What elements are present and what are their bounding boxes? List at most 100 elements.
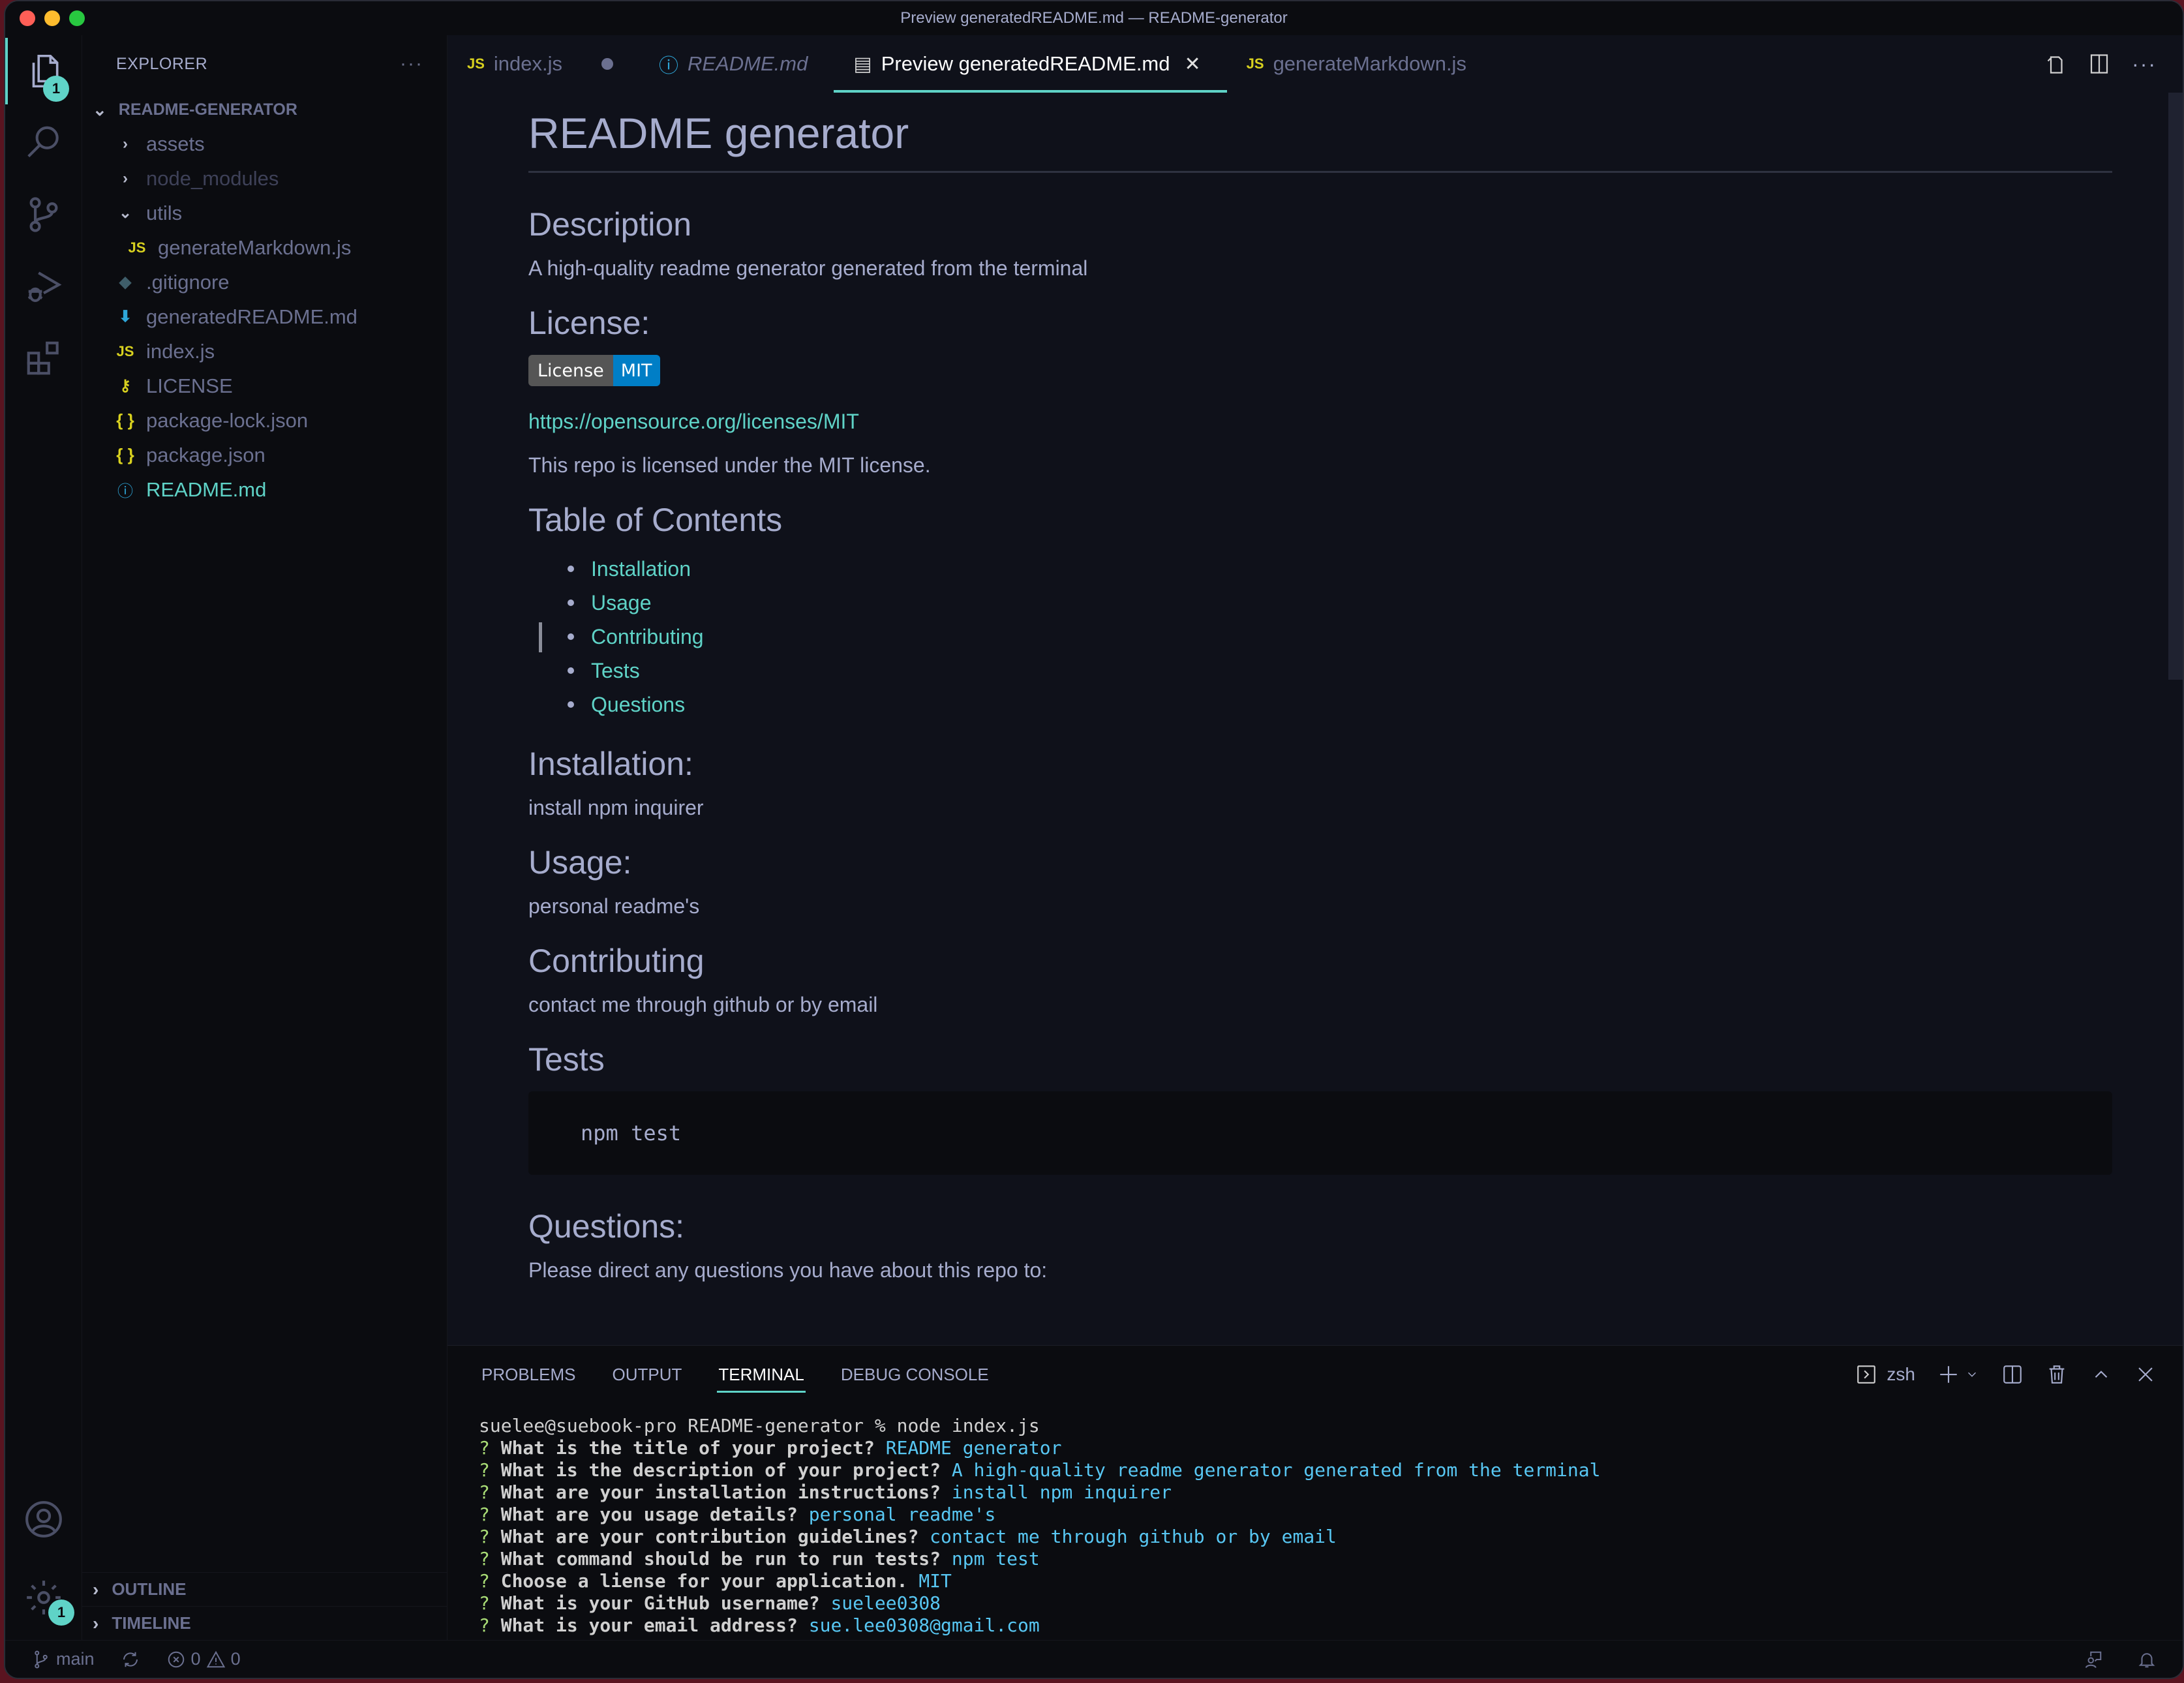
tree-item-node-modules[interactable]: › node_modules (82, 161, 447, 196)
questions-text: Please direct any questions you have abo… (528, 1258, 1048, 1282)
terminal-output[interactable]: suelee@suebook-pro README-generator % no… (447, 1403, 2183, 1648)
chevron-down-icon (1968, 1372, 1976, 1377)
toc-heading: Table of Contents (528, 502, 783, 538)
tab-output[interactable]: OUTPUT (613, 1346, 682, 1403)
window-controls (20, 10, 85, 26)
close-panel-icon[interactable] (2134, 1363, 2157, 1386)
terminal-line: ? What is your GitHub username? suelee03… (479, 1592, 941, 1614)
tests-heading: Tests (528, 1041, 605, 1078)
license-badge-value: MIT (613, 355, 660, 386)
toc-link-usage[interactable]: Usage (591, 591, 652, 615)
tree-item-label: LICENSE (146, 374, 233, 397)
chevron-right-icon: › (93, 1613, 99, 1633)
explorer-badge: 1 (43, 76, 69, 102)
tab-preview-generatedreadme[interactable]: ▤ Preview generatedREADME.md ✕ (834, 35, 1227, 93)
contributing-text: contact me through github or by email (528, 993, 878, 1016)
problems-indicator[interactable]: 0 0 (166, 1649, 241, 1669)
split-terminal-icon[interactable] (2001, 1363, 2024, 1386)
activity-source-control[interactable] (5, 179, 82, 250)
activity-search[interactable] (5, 107, 82, 179)
timeline-section[interactable]: › TIMELINE (82, 1606, 447, 1640)
json-file-icon: { } (116, 445, 134, 464)
tree-item-readme[interactable]: ⓘ README.md (82, 472, 447, 507)
license-heading: License: (528, 305, 650, 341)
description-heading: Description (528, 206, 692, 243)
tree-item-label: node_modules (146, 166, 279, 190)
maximize-window-button[interactable] (69, 10, 85, 26)
tree-item-generatedreadme[interactable]: ⬇ generatedREADME.md (82, 299, 447, 334)
tab-terminal[interactable]: TERMINAL (717, 1346, 806, 1403)
search-icon (27, 126, 59, 158)
outline-label: OUTLINE (112, 1579, 187, 1599)
toc-list: Installation Usage Contributing Tests Qu… (539, 552, 2112, 721)
toc-link-installation[interactable]: Installation (591, 557, 691, 581)
tree-root-folder[interactable]: ⌄ README-GENERATOR (82, 93, 447, 127)
toc-link-tests[interactable]: Tests (591, 659, 640, 683)
trash-icon[interactable] (2046, 1363, 2068, 1386)
activity-extensions[interactable] (5, 322, 82, 394)
warning-icon (206, 1650, 225, 1667)
tab-generatemarkdown-js[interactable]: JS generateMarkdown.js (1227, 35, 1493, 93)
js-file-icon: JS (128, 239, 146, 256)
activity-accounts[interactable] (5, 1483, 82, 1555)
split-editor-icon[interactable] (2087, 52, 2111, 76)
activity-run-debug[interactable] (5, 250, 82, 322)
license-link[interactable]: https://opensource.org/licenses/MIT (528, 410, 859, 433)
tab-problems[interactable]: PROBLEMS (481, 1346, 576, 1403)
unsaved-dot-icon (601, 58, 614, 70)
tab-index-js[interactable]: JS index.js (447, 35, 639, 93)
explorer-title: EXPLORER (116, 54, 208, 73)
usage-heading: Usage: (528, 844, 632, 881)
toc-link-contributing[interactable]: Contributing (591, 625, 704, 649)
sync-button[interactable] (121, 1650, 140, 1669)
tree-item-generatemarkdown[interactable]: JS generateMarkdown.js (82, 230, 447, 265)
key-icon: ⚷ (119, 377, 131, 395)
minimize-window-button[interactable] (44, 10, 60, 26)
toc-item: Installation (568, 552, 2112, 586)
activity-explorer[interactable]: 1 (5, 35, 82, 107)
tree-item-label: README.md (146, 478, 267, 501)
tree-item-package-lock[interactable]: { } package-lock.json (82, 403, 447, 438)
root-folder-label: README-GENERATOR (118, 100, 297, 119)
open-source-icon[interactable] (2043, 52, 2067, 76)
chevron-down-icon: ⌄ (118, 204, 132, 222)
info-icon: ⓘ (659, 55, 679, 77)
tree-item-gitignore[interactable]: ◆ .gitignore (82, 265, 447, 299)
preview-scrollbar[interactable] (2168, 93, 2183, 680)
tab-readme-md[interactable]: ⓘ README.md (639, 35, 834, 93)
tree-item-utils[interactable]: ⌄ utils (82, 196, 447, 230)
sync-icon (123, 1652, 138, 1667)
tree-item-label: .gitignore (146, 270, 230, 294)
tab-debug-console[interactable]: DEBUG CONSOLE (841, 1346, 989, 1403)
tree-item-label: package-lock.json (146, 408, 309, 432)
explorer-more-button[interactable]: ··· (400, 53, 423, 75)
feedback-icon[interactable] (2084, 1650, 2103, 1669)
source-control-icon (29, 197, 58, 232)
close-tab-icon[interactable]: ✕ (1185, 53, 1201, 76)
tree-item-assets[interactable]: › assets (82, 127, 447, 161)
panel-actions: zsh (1855, 1346, 2157, 1403)
preview-icon: ▤ (853, 53, 872, 75)
more-actions-icon[interactable]: ··· (2132, 52, 2157, 76)
terminal-line: ? What are you usage details? personal r… (479, 1504, 996, 1525)
activity-settings[interactable]: 1 (5, 1562, 82, 1633)
new-terminal-button[interactable] (1937, 1363, 1979, 1386)
bell-icon[interactable] (2137, 1650, 2157, 1669)
close-window-button[interactable] (20, 10, 35, 26)
tree-item-index-js[interactable]: JS index.js (82, 334, 447, 369)
toc-link-questions[interactable]: Questions (591, 693, 685, 717)
chevron-right-icon: › (93, 1579, 99, 1600)
branch-indicator[interactable]: main (31, 1649, 95, 1669)
tree-item-package-json[interactable]: { } package.json (82, 438, 447, 472)
outline-section[interactable]: › OUTLINE (82, 1572, 447, 1606)
terminal-selector[interactable]: zsh (1855, 1363, 1915, 1386)
editor-area: JS index.js ⓘ README.md ▤ Preview genera… (447, 35, 2183, 1345)
editor-actions: ··· (2043, 35, 2157, 93)
tests-code-block: npm test (528, 1091, 2112, 1175)
toc-item: Tests (568, 654, 2112, 688)
tree-item-license[interactable]: ⚷ LICENSE (82, 369, 447, 403)
json-file-icon: { } (116, 410, 134, 430)
git-branch-icon (35, 1650, 48, 1668)
chevron-up-icon[interactable] (2090, 1363, 2112, 1386)
license-badge[interactable]: License MIT (528, 355, 660, 386)
